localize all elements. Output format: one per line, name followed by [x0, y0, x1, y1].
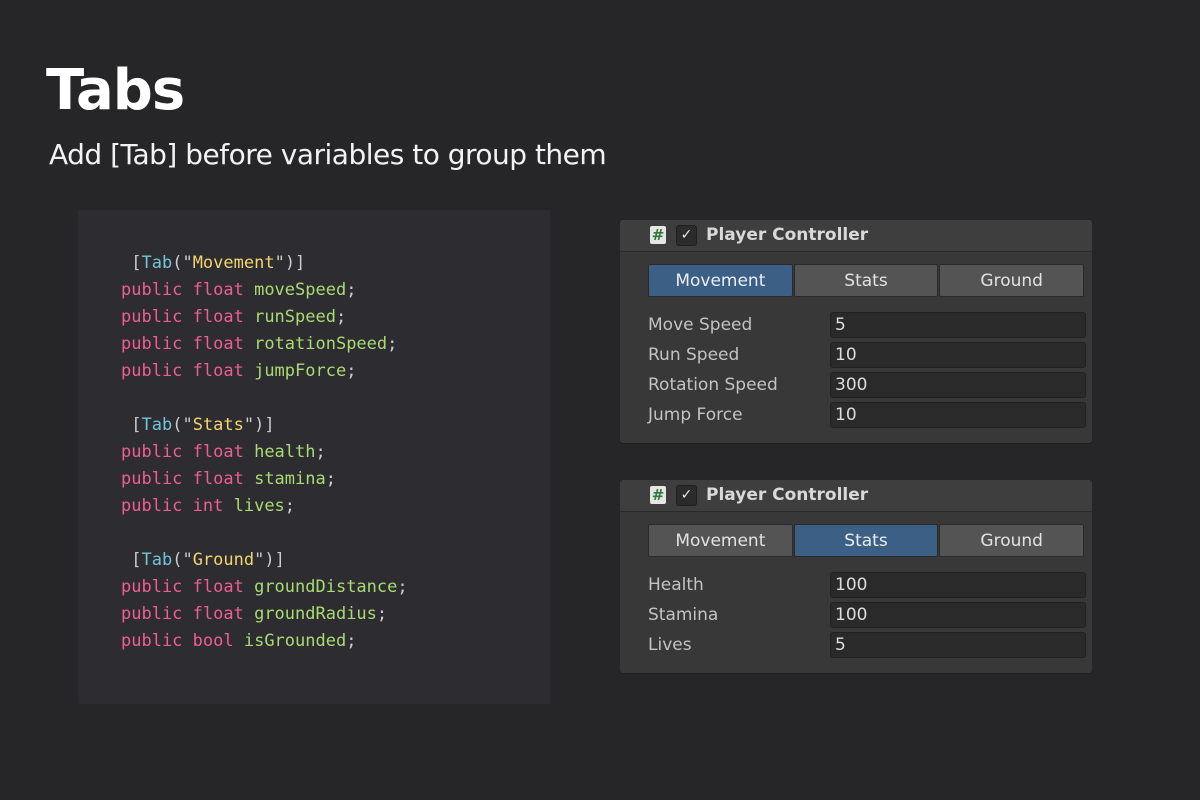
inspector-movement: # ✓ Player Controller Movement Stats Gro…: [620, 220, 1092, 443]
field-row: Lives 5: [648, 630, 1086, 660]
code-line: public float rotationSpeed;: [121, 334, 398, 354]
field-list: Move Speed 5 Run Speed 10 Rotation Speed…: [648, 310, 1086, 430]
enable-checkbox[interactable]: ✓: [676, 485, 697, 506]
tab-ground[interactable]: Ground: [939, 524, 1085, 557]
field-row: Stamina 100: [648, 600, 1086, 630]
component-title: Player Controller: [706, 225, 869, 245]
code-line: public float runSpeed;: [121, 307, 347, 327]
inspector-stats: # ✓ Player Controller Movement Stats Gro…: [620, 480, 1092, 673]
field-label: Move Speed: [648, 315, 753, 335]
field-label: Run Speed: [648, 345, 740, 365]
code-line-tab-attribute: [Tab("Ground")]: [121, 550, 285, 570]
code-line-tab-attribute: [Tab("Movement")]: [121, 253, 306, 273]
code-line: public float health;: [121, 442, 326, 462]
field-label: Lives: [648, 635, 692, 655]
rotation-speed-field[interactable]: 300: [830, 372, 1086, 398]
field-list: Health 100 Stamina 100 Lives 5: [648, 570, 1086, 660]
code-line: public int lives;: [121, 496, 296, 516]
field-row: Health 100: [648, 570, 1086, 600]
script-icon: #: [650, 226, 666, 244]
field-label: Rotation Speed: [648, 375, 778, 395]
tab-name-string: Stats: [192, 415, 244, 435]
tab-bar: Movement Stats Ground: [648, 264, 1085, 297]
code-line: public float jumpForce;: [121, 361, 357, 381]
code-line: public float stamina;: [121, 469, 336, 489]
code-line: public float groundRadius;: [121, 604, 388, 624]
stamina-field[interactable]: 100: [830, 602, 1086, 628]
component-title: Player Controller: [706, 485, 869, 505]
field-row: Move Speed 5: [648, 310, 1086, 340]
code-line: public float moveSpeed;: [121, 280, 357, 300]
tab-movement[interactable]: Movement: [648, 524, 793, 557]
code-line: public bool isGrounded;: [121, 631, 357, 651]
field-label: Jump Force: [648, 405, 743, 425]
tab-movement[interactable]: Movement: [648, 264, 793, 297]
page-title: Tabs: [46, 58, 185, 123]
tab-bar: Movement Stats Ground: [648, 524, 1085, 557]
tab-stats[interactable]: Stats: [793, 264, 939, 297]
code-panel: [Tab("Movement")] public float moveSpeed…: [78, 210, 550, 704]
tab-ground[interactable]: Ground: [939, 264, 1085, 297]
field-label: Health: [648, 575, 704, 595]
lives-field[interactable]: 5: [830, 632, 1086, 658]
field-row: Jump Force 10: [648, 400, 1086, 430]
tab-name-string: Ground: [192, 550, 255, 570]
enable-checkbox[interactable]: ✓: [676, 225, 697, 246]
move-speed-field[interactable]: 5: [830, 312, 1086, 338]
code-line: public float groundDistance;: [121, 577, 408, 597]
component-header[interactable]: # ✓ Player Controller: [620, 220, 1092, 252]
field-label: Stamina: [648, 605, 719, 625]
tab-name-string: Movement: [192, 253, 275, 273]
script-icon: #: [650, 486, 666, 504]
jump-force-field[interactable]: 10: [830, 402, 1086, 428]
code-line-tab-attribute: [Tab("Stats")]: [121, 415, 275, 435]
run-speed-field[interactable]: 10: [830, 342, 1086, 368]
tab-stats[interactable]: Stats: [793, 524, 939, 557]
component-header[interactable]: # ✓ Player Controller: [620, 480, 1092, 512]
health-field[interactable]: 100: [830, 572, 1086, 598]
code-block: [Tab("Movement")] public float moveSpeed…: [121, 250, 408, 655]
field-row: Rotation Speed 300: [648, 370, 1086, 400]
page-subtitle: Add [Tab] before variables to group them: [49, 138, 607, 171]
field-row: Run Speed 10: [648, 340, 1086, 370]
